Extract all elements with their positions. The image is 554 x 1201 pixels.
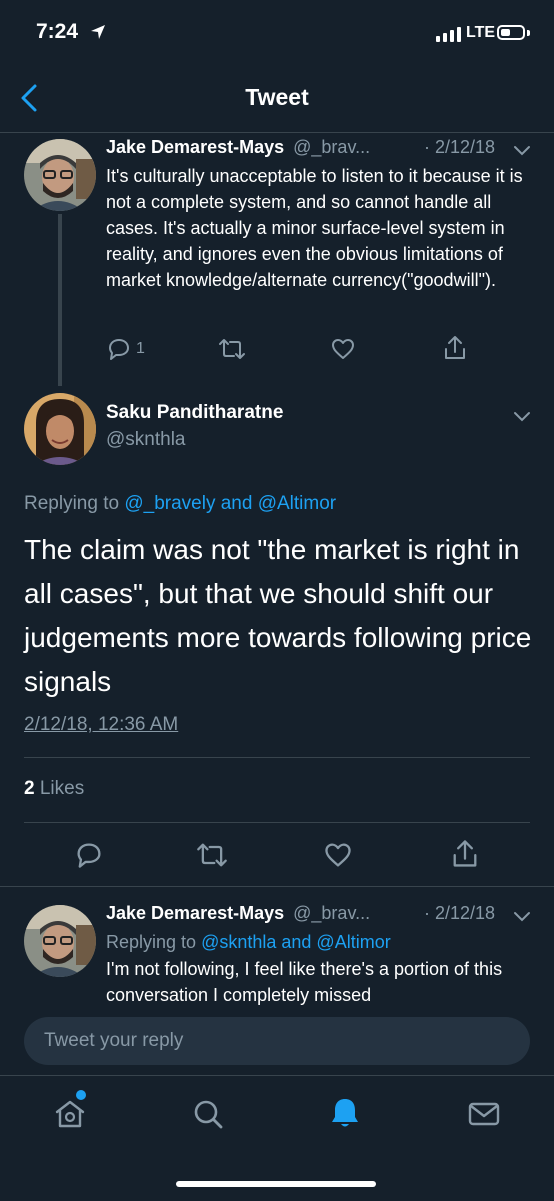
like-button[interactable] [323,840,353,875]
tab-notifications[interactable] [326,1094,364,1137]
author-handle[interactable]: @sknthla [106,429,186,451]
home-icon [55,1100,85,1128]
retweet-button[interactable] [196,840,228,875]
share-button[interactable] [450,838,480,875]
page-title: Tweet [245,84,309,110]
divider [0,886,554,887]
battery-icon [497,25,525,40]
avatar[interactable] [24,139,96,211]
network-type: LTE [466,24,496,41]
tweet-menu-button[interactable] [512,140,532,165]
author-name[interactable]: Jake Demarest-Mays [106,137,284,157]
battery-tip [527,30,530,36]
tweet-menu-button[interactable] [512,906,532,931]
retweet-icon [197,843,227,867]
tweet-text: I'm not following, I feel like there's a… [106,959,503,1005]
reply-icon [109,339,129,360]
tweet-text: The claim was not "the market is right i… [24,534,532,697]
divider [24,822,530,823]
author-handle[interactable]: @_brav... [293,903,370,923]
tweet-text: It's culturally unacceptable to listen t… [106,166,523,290]
share-icon [445,336,465,359]
cellular-signal-icon [436,26,461,42]
replying-to-users[interactable]: @sknthla and @Altimor [201,932,391,952]
author-handle[interactable]: @_brav... [293,137,370,157]
tab-home[interactable] [52,1096,88,1137]
replying-to: Replying to @_bravely and @Altimor [24,493,336,515]
avatar[interactable] [24,393,96,465]
tweet-date: · 2/12/18 [424,137,496,157]
tab-messages[interactable] [466,1096,502,1137]
tweet-text-clip: I'm not following, I feel like there's a… [106,956,526,1006]
chevron-down-icon [514,412,530,422]
retweet-button[interactable] [218,336,246,367]
retweet-icon [219,339,245,359]
replying-to-label: Replying to [24,493,120,514]
reply-icon [77,843,101,868]
bell-icon [332,1099,358,1127]
heart-icon [332,339,354,359]
share-icon [453,840,477,867]
tweet-header: Jake Demarest-Mays @_brav... [106,903,370,924]
author-name[interactable]: Jake Demarest-Mays [106,903,284,923]
home-notification-dot [76,1090,86,1100]
tab-search[interactable] [190,1096,226,1137]
heart-icon [325,843,351,867]
replying-to-users[interactable]: @_bravely and @Altimor [124,493,336,514]
replying-to: Replying to @sknthla and @Altimor [106,932,391,953]
reply-count: 1 [136,340,145,357]
chevron-down-icon [514,912,530,922]
like-button[interactable] [330,336,356,367]
share-button[interactable] [442,334,468,367]
status-bar: 7:24 LTE [0,0,554,64]
tweet-timestamp[interactable]: 2/12/18, 12:36 AM [24,714,178,736]
thread-line [58,214,62,386]
likes-label: Likes [39,778,85,799]
avatar[interactable] [24,905,96,977]
reply-input-placeholder: Tweet your reply [44,1030,184,1051]
location-arrow-icon [90,24,106,45]
author-name[interactable]: Saku Panditharatne [106,402,283,424]
likes-count: 2 [24,778,35,799]
tweet-date: · 2/12/18 [424,903,496,923]
replying-to-label: Replying to [106,932,197,952]
tweet-menu-button[interactable] [512,406,532,431]
envelope-icon [468,1102,500,1126]
home-indicator [176,1181,376,1187]
likes-summary[interactable]: 2 Likes [24,778,84,800]
status-time: 7:24 [36,20,79,43]
tweet-header: Jake Demarest-Mays @_brav... [106,137,370,158]
divider [24,757,530,758]
reply-button[interactable] [106,336,132,362]
chevron-down-icon [514,146,530,156]
reply-button[interactable] [74,840,104,875]
search-icon [194,1100,223,1129]
